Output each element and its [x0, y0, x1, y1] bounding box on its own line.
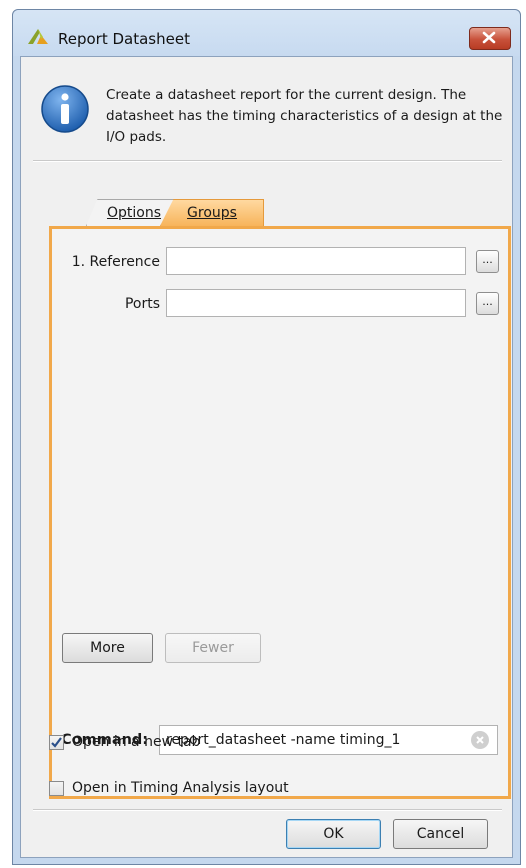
reference-input[interactable]: [166, 247, 466, 275]
cancel-button[interactable]: Cancel: [393, 819, 488, 849]
open-timing-layout-checkbox[interactable]: [49, 781, 64, 796]
report-datasheet-dialog: Report Datasheet Create a datasheet repo…: [12, 9, 521, 865]
checkmark-icon: [51, 737, 62, 748]
command-text: report_datasheet -name timing_1: [166, 732, 401, 748]
ports-input[interactable]: [166, 289, 466, 317]
tab-groups-label: Groups: [187, 205, 237, 221]
fewer-button[interactable]: Fewer: [165, 633, 261, 663]
close-icon: [482, 31, 496, 44]
clear-icon[interactable]: [471, 731, 489, 749]
window-title: Report Datasheet: [58, 30, 190, 48]
open-new-tab-checkbox[interactable]: [49, 735, 64, 750]
divider-command: [33, 809, 502, 811]
reference-label: 1. Reference: [71, 254, 160, 270]
more-button[interactable]: More: [62, 633, 153, 663]
dialog-description: Create a datasheet report for the curren…: [106, 87, 503, 145]
vivado-logo-icon: [28, 29, 48, 44]
divider: [33, 160, 502, 162]
info-icon: [41, 85, 89, 133]
ports-browse-button[interactable]: ...: [476, 292, 499, 315]
close-button[interactable]: [469, 27, 511, 50]
tab-groups[interactable]: Groups: [160, 199, 264, 226]
tab-options-label: Options: [106, 205, 162, 221]
ok-button[interactable]: OK: [286, 819, 381, 849]
open-new-tab-label[interactable]: Open in a new tab: [72, 734, 200, 750]
reference-browse-button[interactable]: ...: [476, 250, 499, 273]
open-timing-layout-label[interactable]: Open in Timing Analysis layout: [72, 780, 289, 796]
command-field[interactable]: report_datasheet -name timing_1: [159, 725, 498, 755]
title-bar[interactable]: Report Datasheet: [13, 10, 520, 56]
groups-panel: 1. Reference ... Ports ... More Fewer: [49, 226, 511, 799]
ports-label: Ports: [124, 296, 160, 312]
